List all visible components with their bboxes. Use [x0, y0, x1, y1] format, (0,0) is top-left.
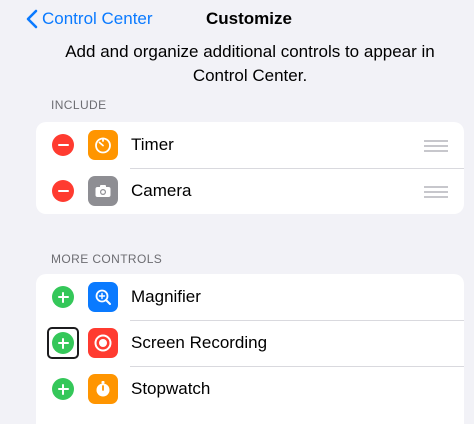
- magnifier-icon: [88, 282, 118, 312]
- add-button[interactable]: [52, 378, 74, 400]
- screen-recording-icon: [88, 328, 118, 358]
- include-list: Timer Camera: [36, 122, 464, 214]
- minus-icon: [57, 143, 69, 147]
- page-title: Customize: [206, 9, 292, 28]
- section-header-include: INCLUDE: [51, 98, 107, 112]
- timer-icon: [88, 130, 118, 160]
- page-description: Add and organize additional controls to …: [65, 42, 435, 85]
- list-item-stopwatch: Stopwatch: [36, 366, 464, 412]
- camera-icon: [88, 176, 118, 206]
- list-item-camera: Camera: [36, 168, 464, 214]
- remove-button[interactable]: [52, 134, 74, 156]
- remove-button[interactable]: [52, 180, 74, 202]
- list-item-label: Magnifier: [131, 287, 201, 306]
- list-item-magnifier: Magnifier: [36, 274, 464, 320]
- list-item-label: Timer: [131, 135, 174, 154]
- list-item-label: Screen Recording: [131, 333, 268, 352]
- stopwatch-icon: [88, 374, 118, 404]
- list-item-label: Stopwatch: [131, 379, 211, 398]
- add-button[interactable]: [52, 286, 74, 308]
- list-item-screen-recording: Screen Recording: [36, 320, 464, 366]
- more-controls-list: Magnifier Screen Recording Stopwatch: [36, 274, 464, 424]
- section-header-more-controls: MORE CONTROLS: [51, 252, 163, 266]
- list-item-timer: Timer: [36, 122, 464, 168]
- chevron-left-icon: [26, 9, 38, 29]
- reorder-handle-icon[interactable]: [424, 186, 448, 198]
- add-button[interactable]: [52, 332, 74, 354]
- list-item-label: Camera: [131, 181, 192, 200]
- back-button-label: Control Center: [42, 9, 153, 28]
- reorder-handle-icon[interactable]: [424, 140, 448, 152]
- minus-icon: [57, 189, 69, 193]
- navigation-bar: Control Center Customize: [0, 0, 474, 40]
- back-button[interactable]: Control Center: [26, 7, 153, 31]
